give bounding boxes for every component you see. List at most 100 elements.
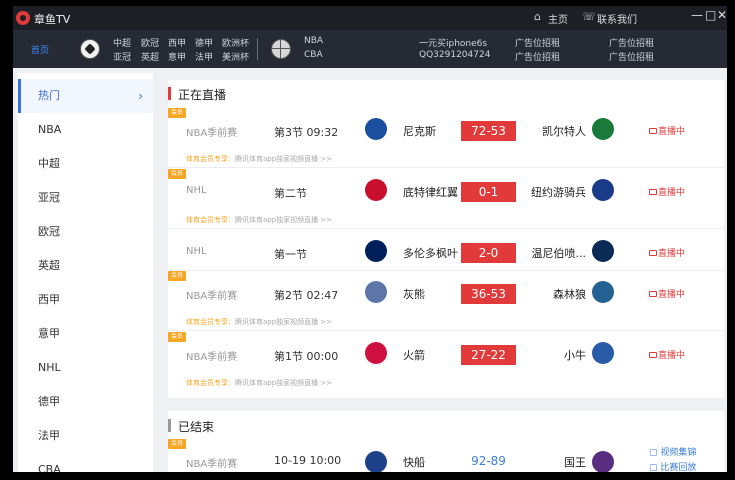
sidebar-item-label: 意甲 — [38, 327, 60, 340]
live-button[interactable]: 直播中 — [649, 287, 685, 300]
phone-icon[interactable]: ☏ — [582, 10, 596, 23]
promo-link[interactable]: 体育会员专享：腾讯体育app独家视频直播 >> — [186, 215, 332, 225]
chevron-right-icon: › — [138, 89, 143, 103]
nav-link-ligue1[interactable]: 法甲 — [195, 50, 213, 63]
ad-link[interactable]: 广告位招租 — [609, 50, 654, 63]
ad-link[interactable]: QQ3291204724 — [419, 50, 490, 60]
team-logo-icon — [365, 451, 387, 472]
live-label: 直播中 — [658, 188, 686, 198]
sidebar-item-nhl[interactable]: NHL — [18, 351, 153, 385]
nav-link-csl[interactable]: 中超 — [113, 36, 131, 49]
replay-link[interactable]: ▢ 比赛回放 — [649, 460, 696, 472]
nav-link-copa[interactable]: 美洲杯 — [222, 50, 249, 63]
home-team: 底特律红翼 — [403, 186, 458, 199]
sidebar-item-hot[interactable]: 热门 › — [18, 79, 153, 113]
row-divider — [168, 330, 724, 331]
section-marker — [168, 419, 171, 432]
sidebar-item-label: 中超 — [38, 157, 60, 170]
home-icon[interactable]: ⌂ — [534, 10, 541, 23]
live-button[interactable]: 直播中 — [649, 246, 685, 259]
nav-link-seriea[interactable]: 意甲 — [168, 50, 186, 63]
sidebar-item-bundesliga[interactable]: 德甲 — [18, 385, 153, 419]
sidebar: 热门 › NBA 中超 亚冠 欧冠 英超 西甲 意甲 NHL 德甲 法甲 CBA — [18, 73, 153, 472]
sidebar-item-seriea[interactable]: 意甲 — [18, 317, 153, 351]
vip-badge: 会员 — [168, 271, 186, 281]
ad-link[interactable]: 广告位招租 — [515, 50, 560, 63]
sidebar-item-label: 德甲 — [38, 395, 60, 408]
match-period: 第一节 — [274, 248, 307, 261]
soccer-icon — [80, 39, 100, 59]
promo-highlight: 体育会员专享： — [186, 318, 235, 326]
team-logo-icon — [592, 240, 614, 262]
vip-badge: 会员 — [168, 108, 186, 118]
match-row[interactable]: 会员 NBA季前赛 10-19 10:00 快船 92-89 国王 ▢ 视频集锦… — [168, 439, 724, 472]
close-icon[interactable]: ✕ — [717, 8, 727, 22]
away-team: 国王 — [564, 456, 586, 469]
away-team: 纽约游骑兵 — [531, 186, 586, 199]
live-button[interactable]: 直播中 — [649, 348, 685, 361]
team-logo-icon — [365, 342, 387, 364]
team-logo-icon — [365, 179, 387, 201]
promo-text: 腾讯体育app独家视频直播 >> — [235, 216, 333, 224]
match-period: 10-19 10:00 — [274, 454, 342, 467]
nav-link-cba[interactable]: CBA — [304, 50, 323, 60]
sidebar-item-laliga[interactable]: 西甲 — [18, 283, 153, 317]
match-score: 36-53 — [461, 284, 516, 304]
nav-link-afc[interactable]: 亚冠 — [113, 50, 131, 63]
team-logo-icon — [365, 240, 387, 262]
minimize-icon[interactable]: — — [691, 8, 703, 22]
match-row[interactable]: 会员 NBA季前赛 第3节 09:32 尼克斯 72-53 凯尔特人 直播中 体… — [168, 108, 724, 168]
sidebar-item-ucl[interactable]: 欧冠 — [18, 215, 153, 249]
home-link[interactable]: 主页 — [548, 11, 568, 26]
nav-link-epl[interactable]: 英超 — [141, 50, 159, 63]
promo-link[interactable]: 体育会员专享：腾讯体育app独家视频直播 >> — [186, 317, 332, 327]
home-team: 灰熊 — [403, 288, 425, 301]
nav-home-link[interactable]: 首页 — [31, 43, 49, 56]
match-row[interactable]: 会员 NBA季前赛 第1节 00:00 火箭 27-22 小牛 直播中 体育会员… — [168, 332, 724, 392]
sidebar-item-epl[interactable]: 英超 — [18, 249, 153, 283]
contact-link[interactable]: 联系我们 — [597, 11, 637, 26]
ad-link[interactable]: 广告位招租 — [609, 36, 654, 49]
live-label: 直播中 — [658, 249, 686, 259]
sidebar-item-label: CBA — [38, 463, 61, 472]
nav-link-bundesliga[interactable]: 德甲 — [195, 36, 213, 49]
tv-icon — [649, 250, 657, 256]
match-row[interactable]: 会员 NBA季前赛 第2节 02:47 灰熊 36-53 森林狼 直播中 体育会… — [168, 271, 724, 331]
promo-link[interactable]: 体育会员专享：腾讯体育app独家视频直播 >> — [186, 378, 332, 388]
sidebar-item-csl[interactable]: 中超 — [18, 147, 153, 181]
sidebar-item-cba[interactable]: CBA — [18, 453, 153, 472]
basketball-icon — [271, 39, 291, 59]
match-period: 第二节 — [274, 187, 307, 200]
match-score: 27-22 — [461, 345, 516, 365]
match-score: 92-89 — [471, 454, 506, 468]
ad-link[interactable]: 一元买iphone6s — [419, 36, 487, 49]
nav-link-euro[interactable]: 欧洲杯 — [222, 36, 249, 49]
highlights-link[interactable]: ▢ 视频集锦 — [649, 445, 696, 458]
promo-text: 腾讯体育app独家视频直播 >> — [235, 318, 333, 326]
finished-panel: 已结束 会员 NBA季前赛 10-19 10:00 快船 92-89 国王 ▢ … — [168, 411, 724, 472]
maximize-icon[interactable]: □ — [705, 8, 716, 22]
sidebar-item-afc[interactable]: 亚冠 — [18, 181, 153, 215]
nav-link-nba[interactable]: NBA — [304, 36, 323, 46]
team-logo-icon — [365, 118, 387, 140]
nav-link-laliga[interactable]: 西甲 — [168, 36, 186, 49]
sidebar-item-ligue1[interactable]: 法甲 — [18, 419, 153, 453]
sidebar-item-label: 欧冠 — [38, 225, 60, 238]
live-button[interactable]: 直播中 — [649, 185, 685, 198]
home-team: 尼克斯 — [403, 125, 436, 138]
sidebar-item-label: 热门 — [38, 89, 60, 102]
match-row[interactable]: NHL 第一节 多伦多枫叶 2-0 温尼伯喷... 直播中 — [168, 230, 724, 271]
match-row[interactable]: 会员 NHL 第二节 底特律红翼 0-1 纽约游骑兵 直播中 体育会员专享：腾讯… — [168, 169, 724, 229]
team-logo-icon — [592, 179, 614, 201]
ad-link[interactable]: 广告位招租 — [515, 36, 560, 49]
match-period: 第1节 00:00 — [274, 350, 339, 363]
sidebar-item-nba[interactable]: NBA — [18, 113, 153, 147]
row-divider — [168, 167, 724, 168]
match-score: 2-0 — [461, 243, 516, 263]
sidebar-item-label: 英超 — [38, 259, 60, 272]
live-button[interactable]: 直播中 — [649, 124, 685, 137]
nav-link-ucl[interactable]: 欧冠 — [141, 36, 159, 49]
match-period: 第2节 02:47 — [274, 289, 339, 302]
promo-link[interactable]: 体育会员专享：腾讯体育app独家视频直播 >> — [186, 154, 332, 164]
sidebar-item-label: 亚冠 — [38, 191, 60, 204]
